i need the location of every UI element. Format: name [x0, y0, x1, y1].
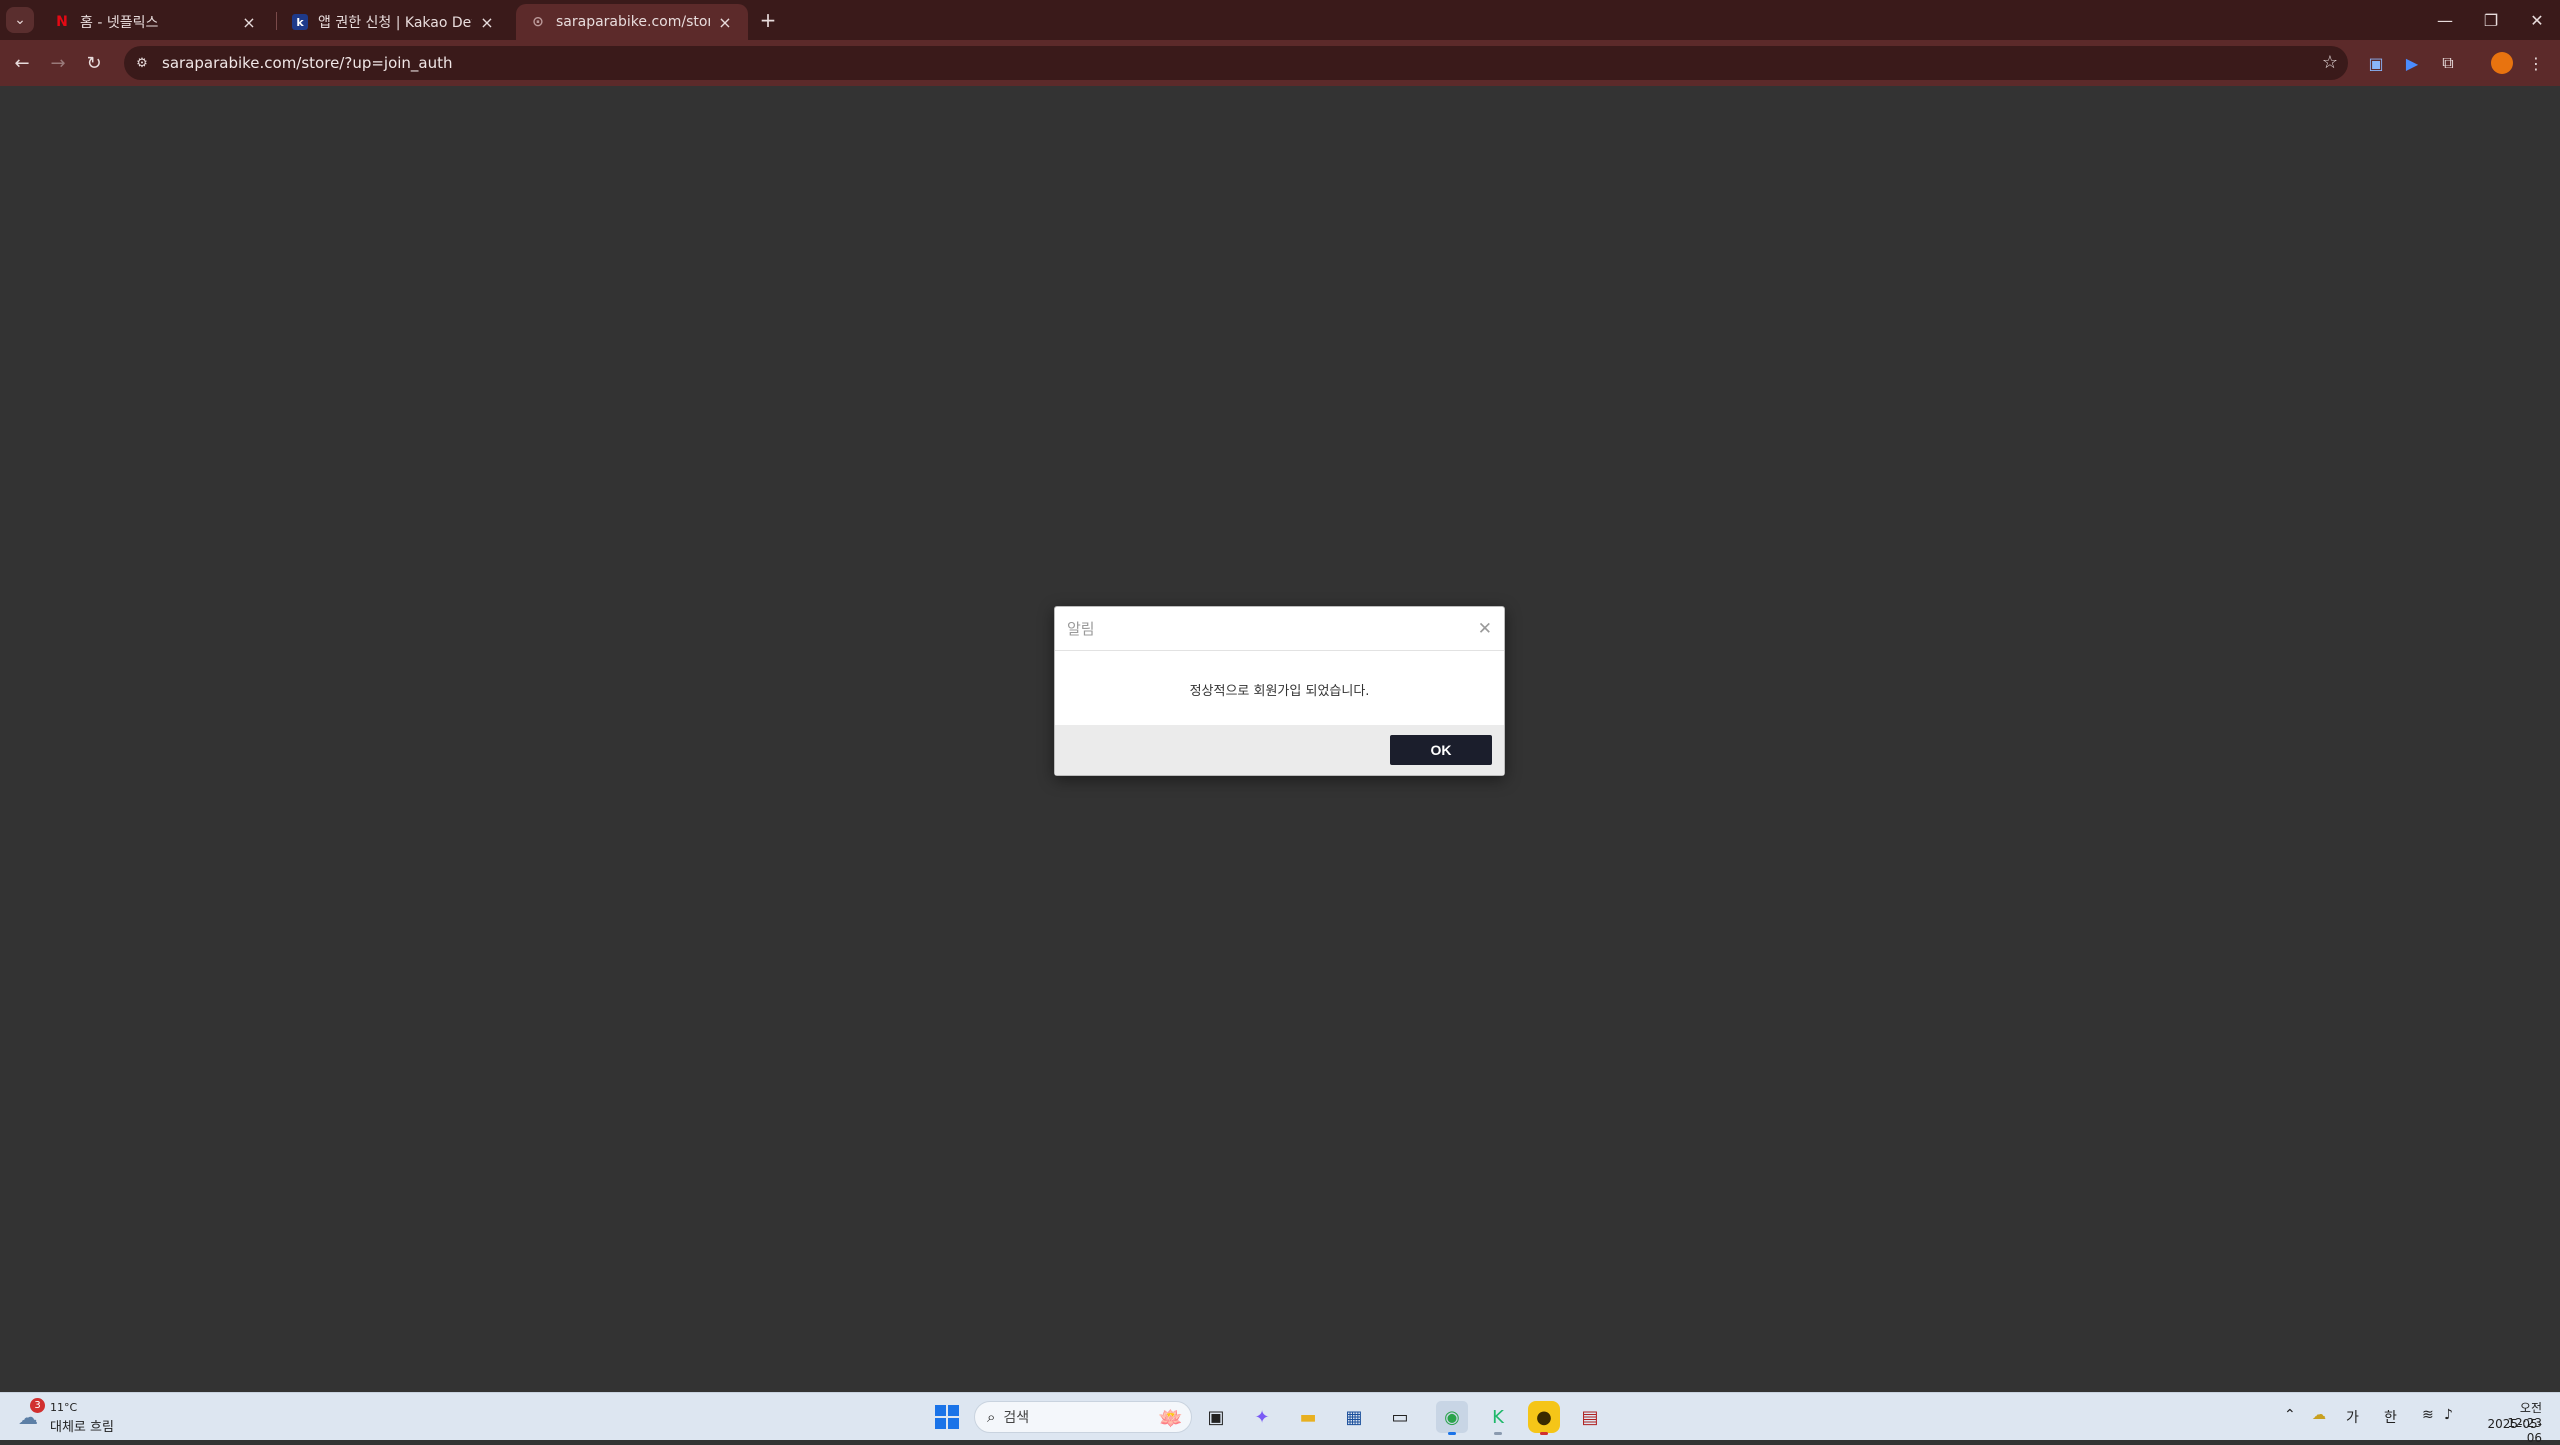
dialog-header: 알림 [1055, 607, 1504, 651]
kakao-icon: k [292, 14, 308, 30]
tab-kakao-developers[interactable]: k 앱 권한 신청 | Kakao Develop × [278, 4, 510, 40]
new-tab-button[interactable]: + [756, 8, 780, 32]
wifi-icon[interactable]: ≋ [2422, 1407, 2434, 1423]
tab-title: saraparabike.com/store/?up=jo [556, 14, 710, 30]
plus-icon: + [759, 8, 777, 32]
running-indicator [1448, 1432, 1456, 1435]
task-view-icon[interactable]: ▣ [1200, 1401, 1232, 1433]
extensions-puzzle-icon[interactable]: ⧉ [2436, 51, 2460, 75]
windows-taskbar: ☁ 3 11°C 대체로 흐림 ⌕ 검색 🪷 ▣ ✦ ▬ ▦ ▭ ◉ K ● ▤… [0, 1392, 2560, 1445]
tab-search-button[interactable]: ⌄ [6, 7, 34, 33]
restore-button[interactable]: ❐ [2468, 0, 2514, 40]
arrow-right-icon: → [50, 52, 66, 74]
search-icon: ⌕ [987, 1408, 996, 1426]
close-window-button[interactable]: ✕ [2514, 0, 2560, 40]
windows-logo-tile [948, 1405, 959, 1416]
tray-overflow-chevron-icon[interactable]: ⌃ [2284, 1407, 2296, 1423]
extension-play-icon[interactable]: ▶ [2400, 51, 2424, 75]
search-placeholder: 검색 [1003, 1410, 1030, 1426]
menu-kebab-icon[interactable]: ⋮ [2524, 51, 2548, 75]
copilot-icon[interactable]: ✦ [1246, 1401, 1278, 1433]
close-icon[interactable]: × [478, 13, 496, 32]
file-explorer-icon[interactable]: ▬ [1292, 1401, 1324, 1433]
acrobat-icon[interactable]: ▤ [1574, 1401, 1606, 1433]
weather-temperature[interactable]: 11°C [50, 1401, 77, 1414]
tab-separator [276, 12, 277, 30]
windows-logo-tile [935, 1418, 946, 1429]
dialog-title: 알림 [1067, 620, 1095, 638]
forward-button[interactable]: → [44, 49, 72, 77]
ime-mode-indicator[interactable]: 가 [2346, 1407, 2359, 1427]
tab-netflix[interactable]: N 홈 - 넷플릭스 × [40, 4, 272, 40]
close-icon[interactable]: × [716, 13, 734, 32]
close-icon[interactable]: × [240, 13, 258, 32]
tab-strip: ⌄ N 홈 - 넷플릭스 × k 앱 권한 신청 | Kakao Develop… [0, 0, 2560, 40]
dialog-footer: OK [1055, 725, 1504, 775]
tab-title: 홈 - 넷플릭스 [80, 15, 159, 31]
search-highlight-icon: 🪷 [1158, 1406, 1183, 1430]
back-button[interactable]: ← [8, 49, 36, 77]
address-bar[interactable]: ⚙ saraparabike.com/store/?up=join_auth ☆ [124, 46, 2348, 80]
volume-icon[interactable]: ♪ [2444, 1407, 2453, 1423]
bookmark-star-icon[interactable]: ☆ [2322, 52, 2338, 73]
dialog-message: 정상적으로 회원가입 되었습니다. [1189, 683, 1370, 699]
globe-icon: ⊙ [532, 14, 544, 30]
chevron-down-icon: ⌄ [14, 12, 26, 28]
running-indicator [1540, 1432, 1548, 1435]
kakaotalk-icon[interactable]: ● [1528, 1401, 1560, 1435]
reload-button[interactable]: ↻ [80, 49, 108, 77]
arrow-left-icon: ← [14, 52, 30, 74]
app-k-icon[interactable]: K [1482, 1401, 1514, 1435]
restore-icon: ❐ [2483, 10, 2499, 30]
start-button[interactable] [935, 1405, 959, 1429]
profile-avatar[interactable] [2491, 52, 2513, 74]
browser-toolbar: ← → ↻ ⚙ saraparabike.com/store/?up=join_… [0, 40, 2560, 86]
weather-badge: 3 [30, 1398, 45, 1413]
close-icon: ✕ [2530, 10, 2544, 30]
minimize-button[interactable]: — [2422, 0, 2468, 40]
close-icon[interactable]: ✕ [1478, 619, 1492, 639]
ime-language-indicator[interactable]: 한 [2384, 1407, 2397, 1427]
store-icon[interactable]: ▦ [1338, 1401, 1370, 1433]
terminal-icon[interactable]: ▭ [1384, 1401, 1416, 1433]
tray-cloud-icon[interactable]: ☁ [2312, 1407, 2326, 1423]
tab-title: 앱 권한 신청 | Kakao Develop [318, 15, 472, 31]
windows-logo-tile [948, 1418, 959, 1429]
tab-saraparabike[interactable]: ⊙ saraparabike.com/store/?up=jo × [516, 4, 748, 40]
netflix-icon: N [56, 14, 68, 30]
chrome-icon[interactable]: ◉ [1436, 1401, 1468, 1435]
reload-icon: ↻ [86, 52, 102, 74]
weather-description[interactable]: 대체로 흐림 [50, 1416, 114, 1435]
windows-logo-tile [935, 1405, 946, 1416]
site-info-icon[interactable]: ⚙ [132, 53, 152, 73]
clock-date[interactable]: 2025-05-06 [2476, 1417, 2542, 1445]
translate-icon[interactable]: ▣ [2364, 51, 2388, 75]
taskbar-search[interactable]: ⌕ 검색 🪷 [974, 1401, 1192, 1433]
address-url[interactable]: saraparabike.com/store/?up=join_auth [162, 54, 453, 72]
alert-dialog: 알림 ✕ 정상적으로 회원가입 되었습니다. OK [1054, 606, 1505, 776]
minimize-icon: — [2437, 10, 2453, 30]
running-indicator [1494, 1432, 1502, 1435]
ok-button[interactable]: OK [1390, 735, 1492, 765]
